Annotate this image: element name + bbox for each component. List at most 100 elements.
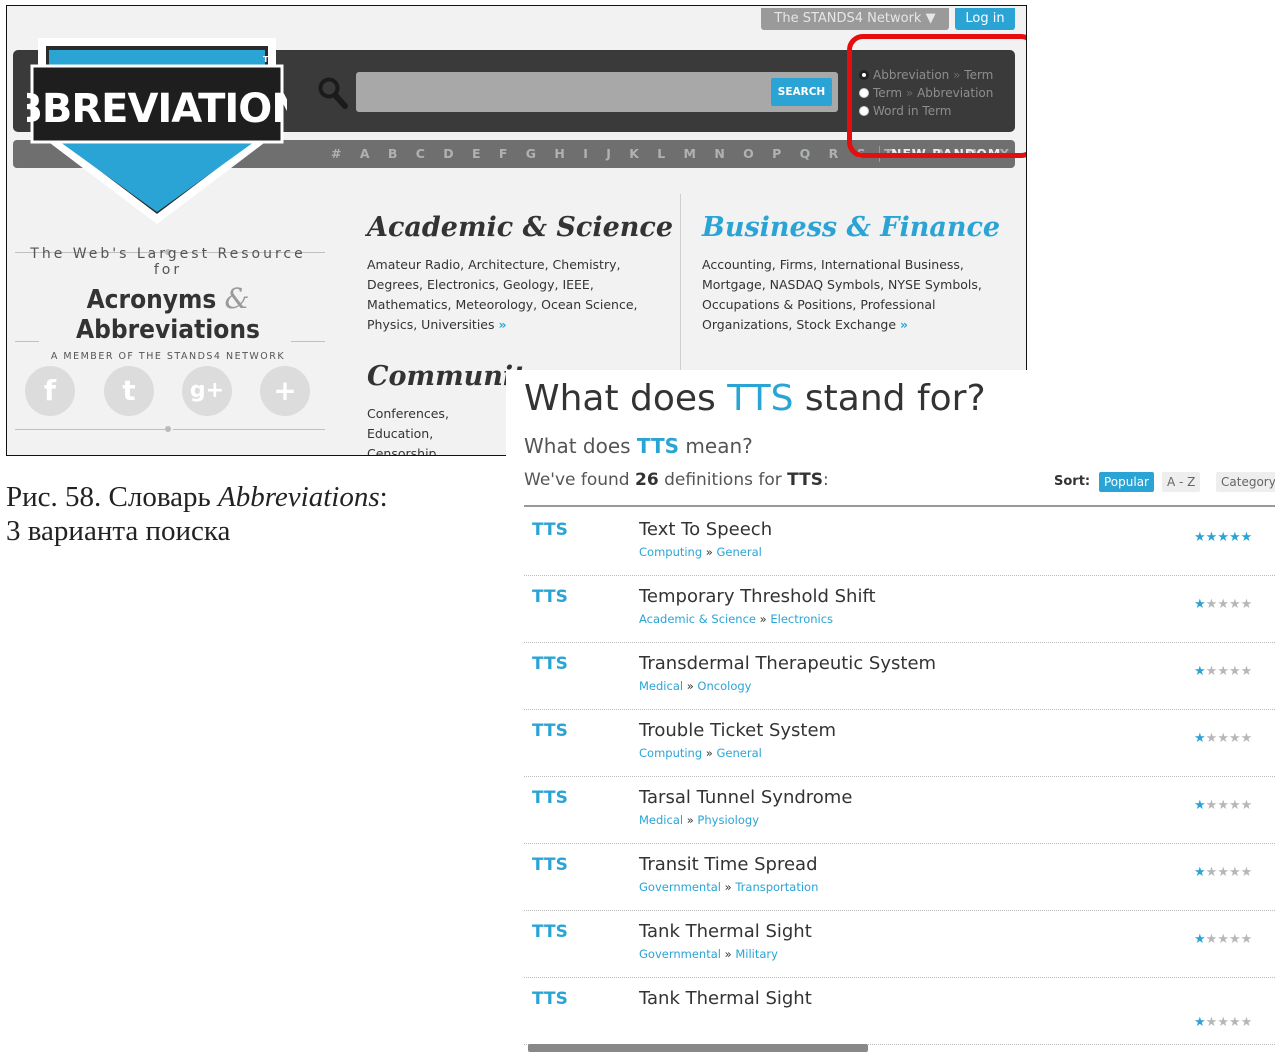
star-empty-icon[interactable]: ★	[1241, 664, 1253, 679]
definition-term[interactable]: Trouble Ticket System	[639, 720, 836, 741]
sort-az-button[interactable]: A - Z	[1162, 472, 1201, 492]
star-empty-icon[interactable]: ★	[1217, 798, 1229, 813]
star-filled-icon[interactable]: ★	[1194, 664, 1206, 679]
more-link[interactable]: »	[499, 317, 507, 332]
abbreviation-link[interactable]: TTS	[532, 721, 568, 741]
star-empty-icon[interactable]: ★	[1241, 597, 1253, 612]
subcategory-link[interactable]: Electronics	[770, 612, 833, 626]
star-empty-icon[interactable]: ★	[1217, 1015, 1229, 1030]
star-empty-icon[interactable]: ★	[1206, 865, 1218, 880]
abbreviation-link[interactable]: TTS	[532, 788, 568, 808]
definition-row[interactable]: TTS Transdermal Therapeutic System Medical…	[524, 642, 1275, 710]
star-empty-icon[interactable]: ★	[1229, 865, 1241, 880]
google-plus-icon[interactable]: g+	[182, 366, 232, 416]
definition-term[interactable]: Tank Thermal Sight	[639, 988, 812, 1009]
star-empty-icon[interactable]: ★	[1206, 932, 1218, 947]
star-filled-icon[interactable]: ★	[1194, 865, 1206, 880]
subcategory-link[interactable]: Oncology	[697, 679, 751, 693]
category-title-academic[interactable]: Academic & Science	[367, 212, 673, 243]
definition-term[interactable]: Tarsal Tunnel Syndrome	[639, 787, 852, 808]
definition-term[interactable]: Transit Time Spread	[639, 854, 818, 875]
subcategory-link[interactable]: Transportation	[735, 880, 818, 894]
rating-stars[interactable]: ★★★★★	[1194, 664, 1252, 679]
definition-term[interactable]: Temporary Threshold Shift	[639, 586, 876, 607]
category-link[interactable]: Academic & Science	[639, 612, 756, 626]
definition-row[interactable]: TTS Trouble Ticket System Computing » Gene…	[524, 709, 1275, 777]
abbreviation-link[interactable]: TTS	[532, 989, 568, 1009]
star-empty-icon[interactable]: ★	[1229, 731, 1241, 746]
abbreviations-logo[interactable]: ABBREVIATIONS TM	[27, 14, 287, 234]
star-filled-icon[interactable]: ★	[1194, 530, 1206, 545]
star-empty-icon[interactable]: ★	[1206, 1015, 1218, 1030]
abbreviation-link[interactable]: TTS	[532, 654, 568, 674]
rating-stars[interactable]: ★★★★★	[1194, 530, 1252, 545]
definition-row[interactable]: TTS Text To Speech Computing » General ★★★★…	[524, 508, 1275, 576]
more-share-icon[interactable]: +	[260, 366, 310, 416]
rating-stars[interactable]: ★★★★★	[1194, 731, 1252, 746]
star-empty-icon[interactable]: ★	[1229, 932, 1241, 947]
category-link[interactable]: Computing	[639, 746, 702, 760]
definition-term[interactable]: Transdermal Therapeutic System	[639, 653, 936, 674]
facebook-icon[interactable]: f	[25, 366, 75, 416]
star-empty-icon[interactable]: ★	[1206, 731, 1218, 746]
star-empty-icon[interactable]: ★	[1217, 664, 1229, 679]
star-empty-icon[interactable]: ★	[1217, 865, 1229, 880]
twitter-icon[interactable]: t	[104, 366, 154, 416]
abbreviation-link[interactable]: TTS	[532, 587, 568, 607]
abbreviation-link[interactable]: TTS	[532, 922, 568, 942]
definition-row[interactable]: TTS Tank Thermal Sight ★★★★★	[524, 977, 1275, 1045]
search-button[interactable]: SEARCH	[771, 78, 832, 106]
network-menu[interactable]: The STANDS4 Network ▼	[761, 8, 949, 30]
subcategory-link[interactable]: Physiology	[697, 813, 759, 827]
star-filled-icon[interactable]: ★	[1194, 731, 1206, 746]
star-empty-icon[interactable]: ★	[1206, 597, 1218, 612]
star-filled-icon[interactable]: ★	[1194, 1015, 1206, 1030]
star-empty-icon[interactable]: ★	[1229, 798, 1241, 813]
rating-stars[interactable]: ★★★★★	[1194, 865, 1252, 880]
category-link[interactable]: Governmental	[639, 947, 721, 961]
sort-popular-button[interactable]: Popular	[1099, 472, 1154, 492]
category-link[interactable]: Computing	[639, 545, 702, 559]
search-input[interactable]	[356, 72, 838, 112]
star-filled-icon[interactable]: ★	[1229, 530, 1241, 545]
definition-term[interactable]: Tank Thermal Sight	[639, 921, 812, 942]
subcategory-link[interactable]: General	[717, 545, 762, 559]
rating-stars[interactable]: ★★★★★	[1194, 1015, 1252, 1030]
star-empty-icon[interactable]: ★	[1241, 731, 1253, 746]
category-link[interactable]: Medical	[639, 679, 683, 693]
star-empty-icon[interactable]: ★	[1229, 664, 1241, 679]
more-link[interactable]: »	[900, 317, 908, 332]
star-filled-icon[interactable]: ★	[1241, 530, 1253, 545]
star-empty-icon[interactable]: ★	[1241, 798, 1253, 813]
star-empty-icon[interactable]: ★	[1217, 597, 1229, 612]
abbreviation-link[interactable]: TTS	[532, 520, 568, 540]
category-title-business[interactable]: Business & Finance	[702, 212, 1000, 243]
login-button[interactable]: Log in	[955, 8, 1015, 30]
star-empty-icon[interactable]: ★	[1217, 932, 1229, 947]
star-empty-icon[interactable]: ★	[1229, 597, 1241, 612]
star-filled-icon[interactable]: ★	[1217, 530, 1229, 545]
subcategory-link[interactable]: General	[717, 746, 762, 760]
sort-category-button[interactable]: Category	[1216, 472, 1275, 492]
star-empty-icon[interactable]: ★	[1217, 731, 1229, 746]
definition-row[interactable]: TTS Tank Thermal Sight Governmental » Mili…	[524, 910, 1275, 978]
star-filled-icon[interactable]: ★	[1194, 932, 1206, 947]
star-empty-icon[interactable]: ★	[1229, 1015, 1241, 1030]
rating-stars[interactable]: ★★★★★	[1194, 597, 1252, 612]
definition-row[interactable]: TTS Temporary Threshold Shift Academic & S…	[524, 575, 1275, 643]
subcategory-link[interactable]: Military	[735, 947, 778, 961]
star-filled-icon[interactable]: ★	[1194, 798, 1206, 813]
category-link[interactable]: Medical	[639, 813, 683, 827]
rating-stars[interactable]: ★★★★★	[1194, 932, 1252, 947]
star-filled-icon[interactable]: ★	[1194, 597, 1206, 612]
star-filled-icon[interactable]: ★	[1206, 530, 1218, 545]
category-link[interactable]: Governmental	[639, 880, 721, 894]
star-empty-icon[interactable]: ★	[1241, 932, 1253, 947]
definition-row[interactable]: TTS Tarsal Tunnel Syndrome Medical » Physi…	[524, 776, 1275, 844]
star-empty-icon[interactable]: ★	[1241, 865, 1253, 880]
definition-term[interactable]: Text To Speech	[639, 519, 772, 540]
rating-stars[interactable]: ★★★★★	[1194, 798, 1252, 813]
abbreviation-link[interactable]: TTS	[532, 855, 568, 875]
star-empty-icon[interactable]: ★	[1241, 1015, 1253, 1030]
star-empty-icon[interactable]: ★	[1206, 798, 1218, 813]
